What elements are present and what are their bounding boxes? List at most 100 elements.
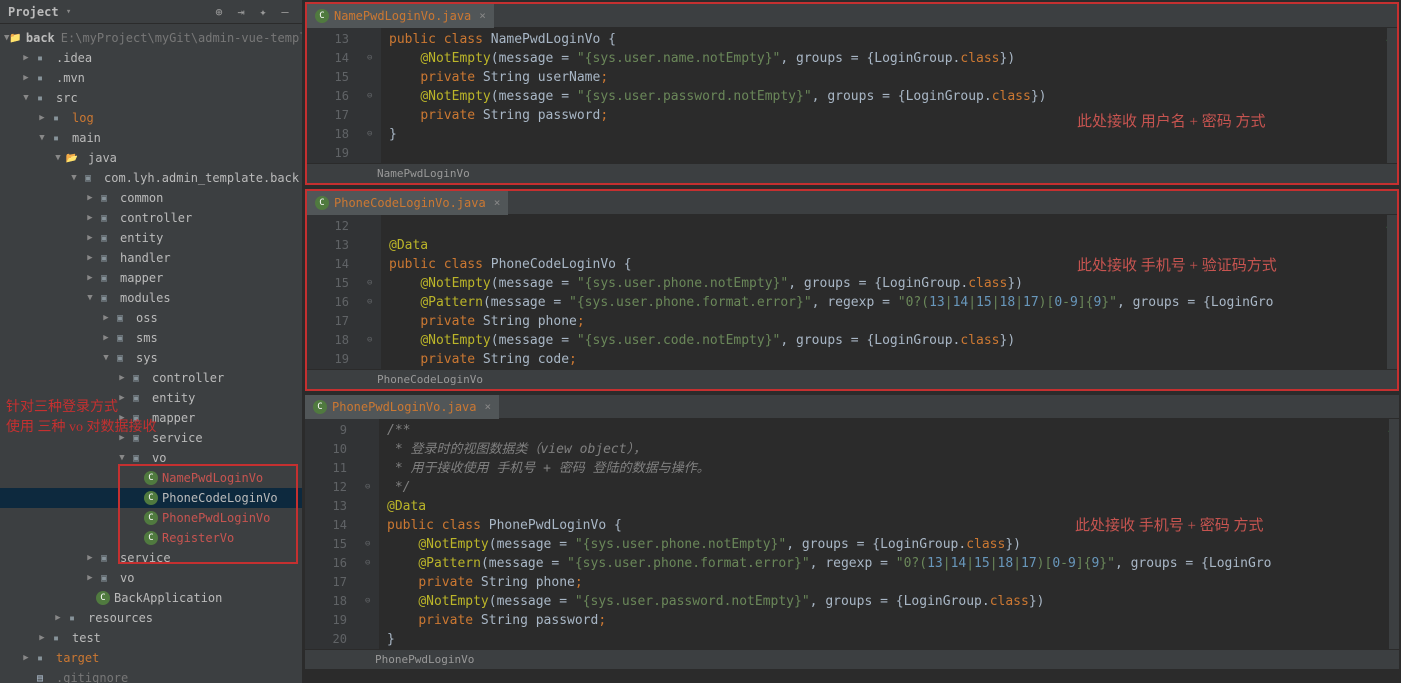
close-tab-icon[interactable]: × (485, 400, 492, 413)
tree-node-entity[interactable]: ▣entity (0, 228, 302, 248)
code-line[interactable]: @NotEmpty(message = "{sys.user.name.notE… (389, 49, 1397, 68)
tree-node-sys[interactable]: ▣sys (0, 348, 302, 368)
expand-icon[interactable] (84, 572, 96, 584)
expand-icon[interactable] (100, 312, 112, 324)
code-view[interactable]: 91011121314151617181920 ⊖ ⊖⊖ ⊖ /** * 登录时… (305, 419, 1399, 649)
expand-icon[interactable] (20, 652, 32, 664)
project-dropdown-icon[interactable]: ▾ (63, 6, 75, 18)
expand-icon[interactable] (84, 592, 96, 604)
error-stripe[interactable] (1387, 215, 1397, 369)
expand-icon[interactable] (36, 132, 48, 144)
code-line[interactable]: @NotEmpty(message = "{sys.user.password.… (389, 87, 1397, 106)
fold-bar[interactable]: ⊖ ⊖⊖ ⊖ (365, 419, 379, 649)
expand-icon[interactable] (84, 552, 96, 564)
expand-icon[interactable] (52, 612, 64, 624)
expand-icon[interactable] (116, 372, 128, 384)
expand-icon[interactable] (84, 252, 96, 264)
tree-node-test[interactable]: ▪test (0, 628, 302, 648)
tree-node-controller[interactable]: ▣controller (0, 208, 302, 228)
editor-tab[interactable]: CPhoneCodeLoginVo.java× (307, 191, 508, 215)
code-line[interactable]: private String phone; (387, 573, 1399, 592)
expand-icon[interactable] (100, 352, 112, 364)
expand-icon[interactable] (100, 332, 112, 344)
tree-node-modules[interactable]: ▣modules (0, 288, 302, 308)
fold-bar[interactable]: ⊖ ⊖ ⊖ (367, 28, 381, 163)
tree-node--mvn[interactable]: ▪.mvn (0, 68, 302, 88)
expand-icon[interactable] (68, 172, 80, 184)
code-line[interactable]: private String password; (387, 611, 1399, 630)
code-line[interactable]: /** (387, 421, 1399, 440)
tree-node-resources[interactable]: ▪resources (0, 608, 302, 628)
code-lines[interactable]: @Datapublic class PhoneCodeLoginVo { @No… (381, 215, 1397, 369)
expand-icon[interactable] (84, 212, 96, 224)
expand-icon[interactable] (20, 672, 32, 683)
code-line[interactable]: @NotEmpty(message = "{sys.user.phone.not… (387, 535, 1399, 554)
breadcrumb[interactable]: PhoneCodeLoginVo (307, 369, 1397, 389)
tree-node-java[interactable]: 📂java (0, 148, 302, 168)
tree-node-handler[interactable]: ▣handler (0, 248, 302, 268)
tree-node-common[interactable]: ▣common (0, 188, 302, 208)
expand-icon[interactable] (84, 292, 96, 304)
breadcrumb[interactable]: PhonePwdLoginVo (305, 649, 1399, 669)
tree-node-main[interactable]: ▪main (0, 128, 302, 148)
editor-tab[interactable]: CPhonePwdLoginVo.java× (305, 395, 499, 419)
close-tab-icon[interactable]: × (479, 9, 486, 22)
editor-tab[interactable]: CNamePwdLoginVo.java× (307, 4, 494, 28)
expand-icon[interactable] (20, 72, 32, 84)
error-stripe[interactable] (1389, 419, 1399, 649)
tree-node-oss[interactable]: ▣oss (0, 308, 302, 328)
code-line[interactable]: private String code; (389, 350, 1397, 369)
code-line[interactable] (389, 144, 1397, 163)
tree-node--idea[interactable]: ▪.idea (0, 48, 302, 68)
code-line[interactable]: private String phone; (389, 312, 1397, 331)
close-tab-icon[interactable]: × (494, 196, 501, 209)
expand-icon[interactable] (52, 152, 64, 164)
expand-icon[interactable] (36, 112, 48, 124)
code-line[interactable]: } (387, 630, 1399, 649)
expand-icon[interactable] (84, 232, 96, 244)
tree-node-src[interactable]: ▪src (0, 88, 302, 108)
tree-node-mapper[interactable]: ▣mapper (0, 268, 302, 288)
code-line[interactable]: @NotEmpty(message = "{sys.user.password.… (387, 592, 1399, 611)
tree-node--gitignore[interactable]: ▤.gitignore (0, 668, 302, 683)
expand-icon[interactable] (84, 192, 96, 204)
expand-icon[interactable] (84, 272, 96, 284)
expand-icon[interactable] (116, 452, 128, 464)
code-line[interactable]: @NotEmpty(message = "{sys.user.code.notE… (389, 331, 1397, 350)
tree-node-BackApplication[interactable]: CBackApplication (0, 588, 302, 608)
code-view[interactable]: 13141516171819 ⊖ ⊖ ⊖ public class NamePw… (307, 28, 1397, 163)
collapse-icon[interactable]: ⇥ (232, 3, 250, 21)
code-line[interactable]: * 登录时的视图数据类（view object）， (387, 440, 1399, 459)
tree-node-log[interactable]: ▪log (0, 108, 302, 128)
code-line[interactable]: @NotEmpty(message = "{sys.user.phone.not… (389, 274, 1397, 293)
fold-bar[interactable]: ⊖⊖ ⊖ (367, 215, 381, 369)
locate-icon[interactable]: ⊕ (210, 3, 228, 21)
code-line[interactable]: * 用于接收使用 手机号 + 密码 登陆的数据与操作。 (387, 459, 1399, 478)
code-line[interactable]: public class NamePwdLoginVo { (389, 30, 1397, 49)
tree-node-sms[interactable]: ▣sms (0, 328, 302, 348)
line-gutter[interactable]: 13141516171819 (307, 28, 367, 163)
code-view[interactable]: 1213141516171819 ⊖⊖ ⊖ @Datapublic class … (307, 215, 1397, 369)
code-line[interactable]: */ (387, 478, 1399, 497)
expand-icon[interactable] (36, 632, 48, 644)
project-root[interactable]: 📁 back E:\myProject\myGit\admin-vue-temp… (0, 28, 302, 48)
code-line[interactable]: @Pattern(message = "{sys.user.phone.form… (387, 554, 1399, 573)
tree-node-com-lyh-admin_template-back[interactable]: ▣com.lyh.admin_template.back (0, 168, 302, 188)
line-gutter[interactable]: 91011121314151617181920 (305, 419, 365, 649)
hide-icon[interactable]: — (276, 3, 294, 21)
tree-node-vo[interactable]: ▣vo (0, 568, 302, 588)
code-line[interactable] (389, 217, 1397, 236)
code-lines[interactable]: public class NamePwdLoginVo { @NotEmpty(… (381, 28, 1397, 163)
breadcrumb[interactable]: NamePwdLoginVo (307, 163, 1397, 183)
code-line[interactable]: @Data (389, 236, 1397, 255)
project-tree[interactable]: 📁 back E:\myProject\myGit\admin-vue-temp… (0, 24, 302, 683)
error-stripe[interactable] (1387, 28, 1397, 163)
settings-gear-icon[interactable]: ✦ (254, 3, 272, 21)
code-line[interactable]: private String userName; (389, 68, 1397, 87)
code-line[interactable]: @Pattern(message = "{sys.user.phone.form… (389, 293, 1397, 312)
line-gutter[interactable]: 1213141516171819 (307, 215, 367, 369)
expand-icon[interactable] (20, 92, 32, 104)
expand-icon[interactable] (20, 52, 32, 64)
tree-node-controller[interactable]: ▣controller (0, 368, 302, 388)
tree-node-target[interactable]: ▪target (0, 648, 302, 668)
